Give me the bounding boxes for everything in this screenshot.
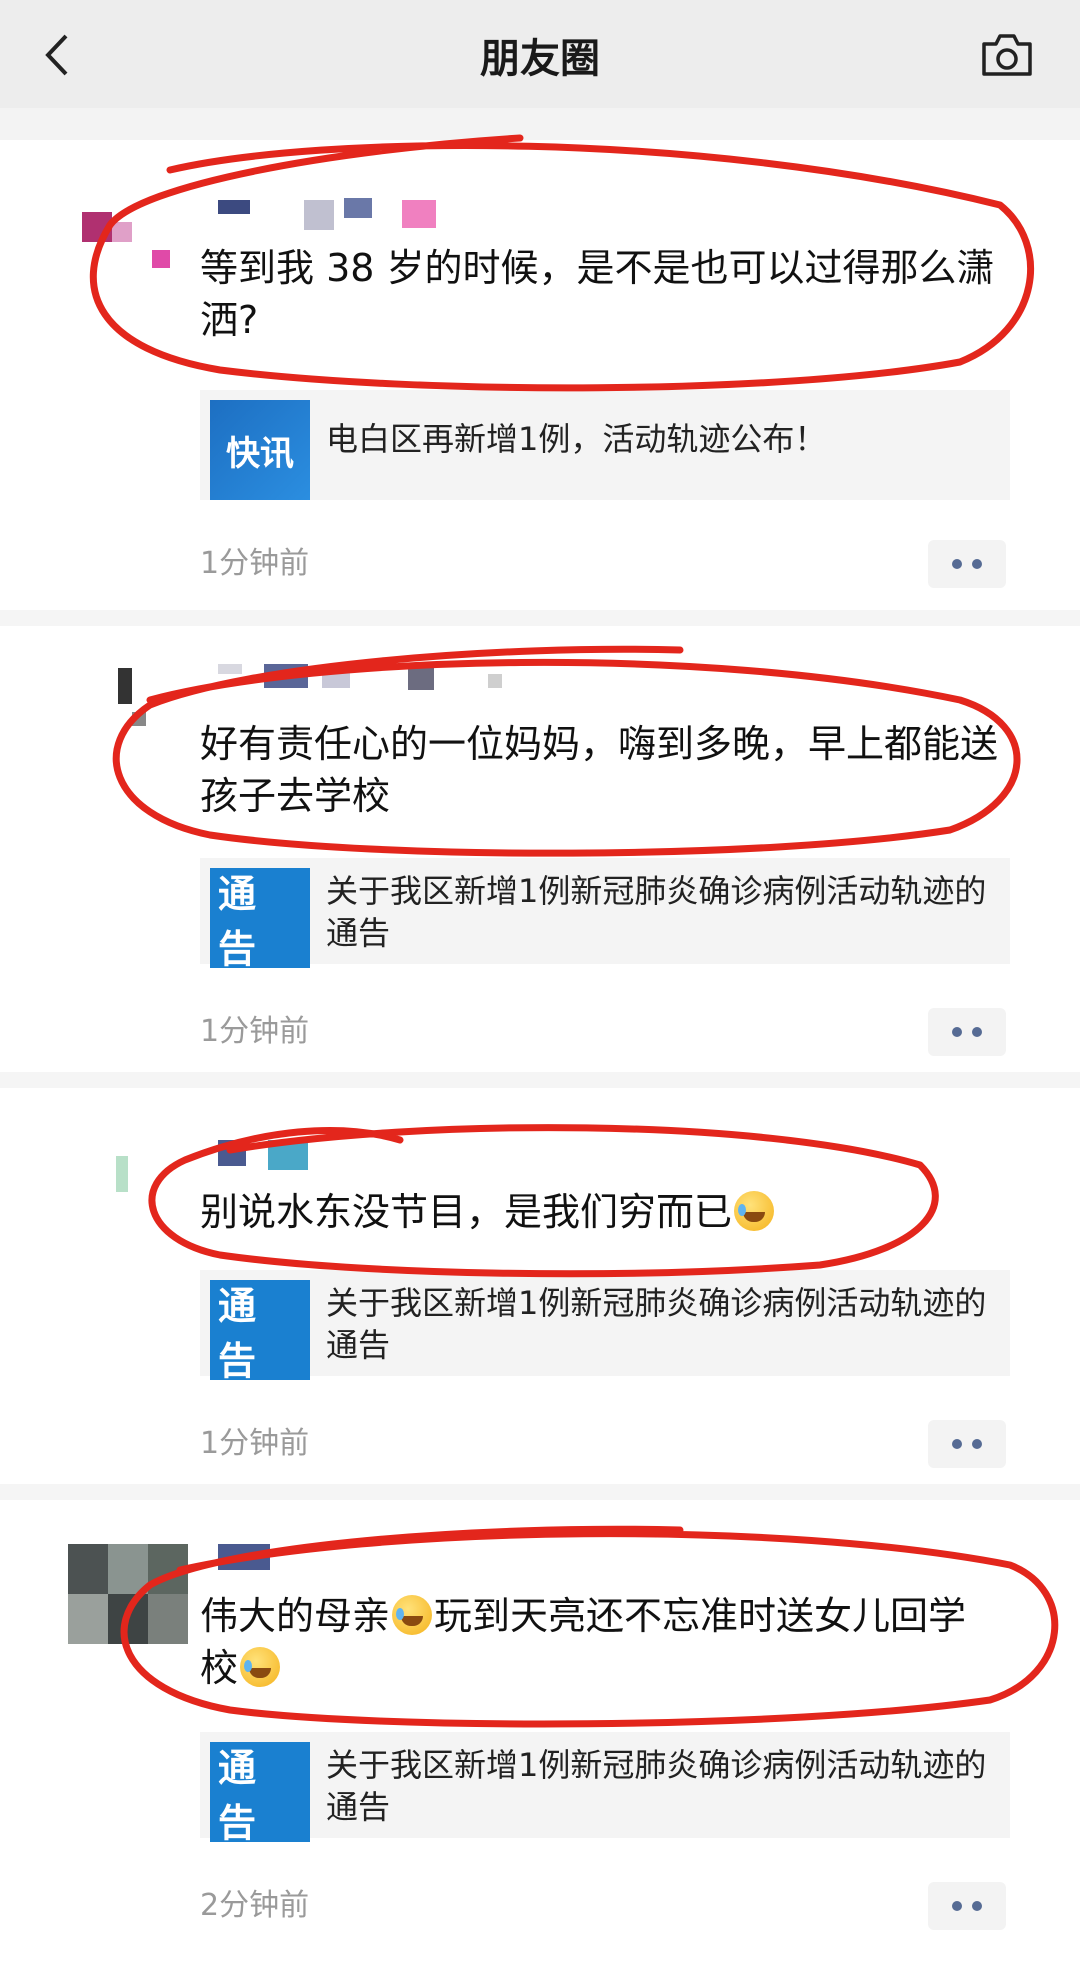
navigation-bar: 朋友圈 — [0, 0, 1080, 108]
post-text: 别说水东没节目，是我们穷而已 — [200, 1186, 1000, 1238]
page-title: 朋友圈 — [480, 36, 600, 82]
post-divider — [0, 1484, 1080, 1500]
link-title: 关于我区新增1例新冠肺炎确诊病例活动轨迹的通告 — [326, 1746, 987, 1826]
camera-icon[interactable] — [978, 30, 1036, 80]
link-title: 关于我区新增1例新冠肺炎确诊病例活动轨迹的通告 — [326, 1284, 987, 1364]
moment-post: 等到我 38 岁的时候，是不是也可以过得那么潇洒? 快讯 电白区再新增1例，活动… — [0, 150, 1080, 620]
link-title: 关于我区新增1例新冠肺炎确诊病例活动轨迹的通告 — [326, 872, 987, 952]
dot-icon — [972, 1901, 982, 1911]
dot-icon — [952, 1901, 962, 1911]
moment-post: 别说水东没节目，是我们穷而已 通告 关于我区新增1例新冠肺炎确诊病例活动轨迹的通… — [0, 1088, 1080, 1498]
more-options-button[interactable] — [928, 1420, 1006, 1468]
avatar[interactable] — [110, 668, 160, 748]
moment-post: 好有责任心的一位妈妈，嗨到多晚，早上都能送孩子去学校 通告 关于我区新增1例新冠… — [0, 626, 1080, 1056]
dot-icon — [952, 1027, 962, 1037]
post-time: 1分钟前 — [200, 546, 310, 581]
link-title: 电白区再新增1例，活动轨迹公布！ — [326, 420, 827, 458]
link-thumbnail: 通告 — [210, 868, 310, 968]
dot-icon — [952, 1439, 962, 1449]
dot-icon — [972, 1027, 982, 1037]
post-text: 等到我 38 岁的时候，是不是也可以过得那么潇洒? — [200, 246, 995, 342]
post-divider — [0, 610, 1080, 626]
post-text: 好有责任心的一位妈妈，嗨到多晚，早上都能送孩子去学校 — [200, 722, 999, 818]
post-text-part: 伟大的母亲 — [200, 1594, 391, 1638]
link-card[interactable]: 快讯 电白区再新增1例，活动轨迹公布！ — [200, 390, 1010, 500]
laughing-tears-emoji-icon — [734, 1191, 775, 1231]
link-thumbnail: 快讯 — [210, 400, 310, 500]
username-pixelated[interactable] — [218, 1140, 338, 1176]
post-text-content: 别说水东没节目，是我们穷而已 — [200, 1190, 733, 1234]
dot-icon — [972, 1439, 982, 1449]
post-time: 1分钟前 — [200, 1014, 310, 1049]
link-card[interactable]: 通告 关于我区新增1例新冠肺炎确诊病例活动轨迹的通告 — [200, 1732, 1010, 1842]
link-card[interactable]: 通告 关于我区新增1例新冠肺炎确诊病例活动轨迹的通告 — [200, 1270, 1010, 1380]
moment-post: 伟大的母亲 玩到天亮还不忘准时送女儿回学校 通告 关于我区新增1例新冠肺炎确诊病例… — [0, 1500, 1080, 1973]
post-time: 2分钟前 — [200, 1888, 310, 1923]
username-pixelated[interactable] — [218, 1544, 278, 1574]
link-card[interactable]: 通告 关于我区新增1例新冠肺炎确诊病例活动轨迹的通告 — [200, 858, 1010, 968]
dot-icon — [972, 559, 982, 569]
avatar[interactable] — [110, 1156, 150, 1196]
avatar[interactable] — [68, 1544, 188, 1644]
post-time: 1分钟前 — [200, 1426, 310, 1461]
post-text: 伟大的母亲 玩到天亮还不忘准时送女儿回学校 — [200, 1590, 1000, 1694]
avatar[interactable] — [82, 212, 172, 272]
post-divider — [0, 1072, 1080, 1088]
link-thumbnail: 通告 — [210, 1280, 310, 1380]
more-options-button[interactable] — [928, 540, 1006, 588]
link-thumbnail: 通告 — [210, 1742, 310, 1842]
username-pixelated[interactable] — [218, 654, 518, 694]
more-options-button[interactable] — [928, 1882, 1006, 1930]
dot-icon — [952, 559, 962, 569]
username-pixelated[interactable] — [218, 194, 438, 230]
laughing-tears-emoji-icon — [392, 1595, 433, 1635]
laughing-tears-emoji-icon — [240, 1647, 281, 1687]
more-options-button[interactable] — [928, 1008, 1006, 1056]
